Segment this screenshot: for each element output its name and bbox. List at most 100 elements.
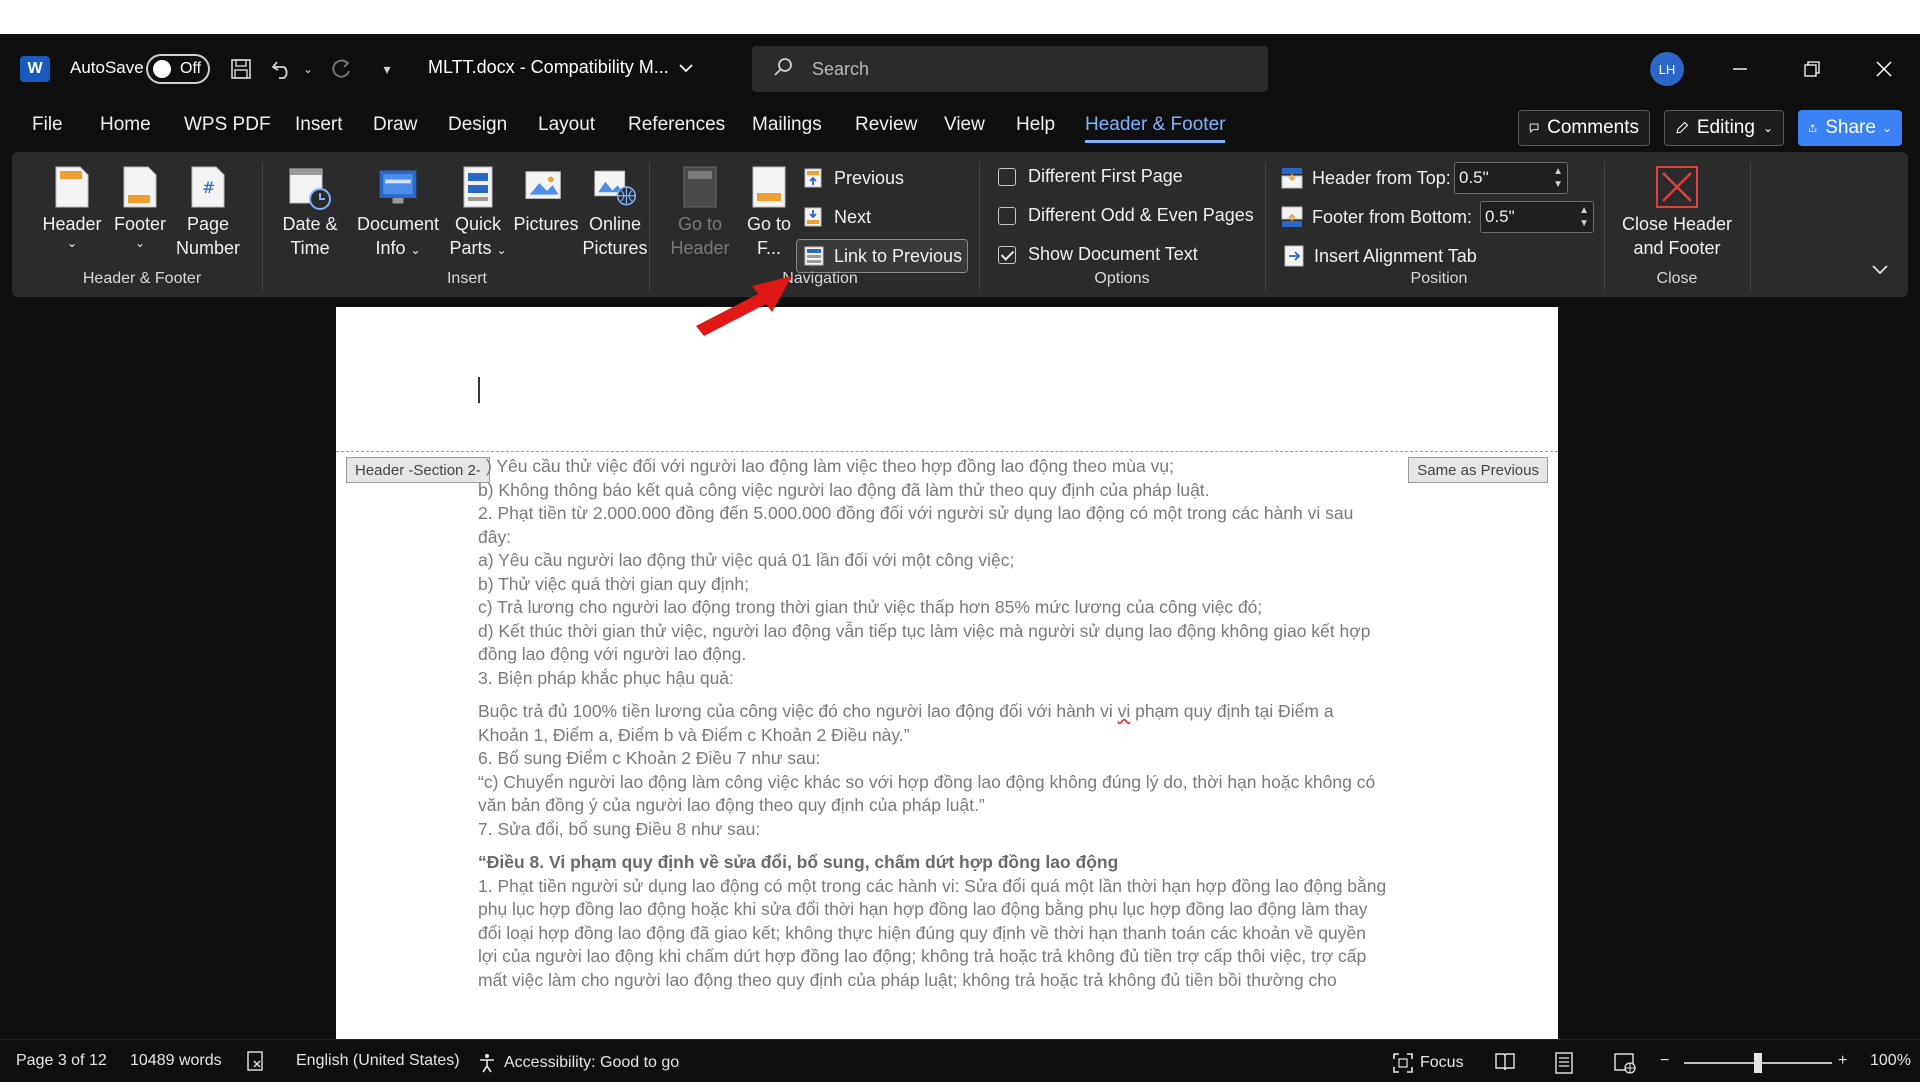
zoom-level[interactable]: 100% (1870, 1052, 1911, 1070)
tab-wps-pdf[interactable]: WPS PDF (184, 114, 271, 136)
editing-chevron-down-icon: ⌄ (1762, 121, 1773, 135)
proofing-icon[interactable] (246, 1050, 268, 1072)
header-from-top-input[interactable]: 0.5" ▲ ▼ (1454, 162, 1568, 194)
search-box[interactable]: Search (752, 46, 1268, 92)
accessibility-status[interactable]: Accessibility: Good to go (476, 1052, 679, 1074)
restore-icon[interactable] (1792, 50, 1832, 88)
header-page-icon (50, 162, 94, 212)
previous-section-button[interactable]: Previous (802, 166, 904, 190)
print-layout-icon[interactable] (1554, 1052, 1574, 1074)
editing-mode-button[interactable]: Editing ⌄ (1664, 110, 1784, 146)
redo-icon[interactable] (326, 54, 356, 84)
spelling-squiggle: vi (1117, 701, 1131, 721)
group-label-insert: Insert (446, 270, 487, 287)
search-icon (772, 56, 794, 84)
body-line: Buộc trả đủ 100% tiền lương của công việ… (478, 701, 1334, 721)
show-document-text-check (998, 245, 1016, 264)
body-line: lợi của người lao động khi chấm dứt hợp … (478, 946, 1367, 966)
text-cursor (478, 377, 480, 403)
zoom-slider-thumb[interactable] (1754, 1053, 1762, 1073)
alignment-tab-icon (1282, 244, 1306, 268)
comments-button[interactable]: Comments (1518, 110, 1650, 146)
body-line: b) Không thông báo kết quả công việc ngư… (478, 479, 1210, 500)
tab-references[interactable]: References (628, 114, 725, 136)
word-icon: W (20, 56, 50, 82)
document-workspace[interactable]: Header -Section 2- Same as Previous ) Yê… (0, 297, 1920, 1039)
web-layout-icon[interactable] (1614, 1052, 1636, 1074)
document-info-icon (376, 162, 420, 212)
tab-header-footer[interactable]: Header & Footer (1085, 114, 1226, 143)
word-count[interactable]: 10489 words (130, 1052, 222, 1070)
date-time-button[interactable]: Date & Time (270, 162, 350, 260)
link-to-previous-button[interactable]: Link to Previous (802, 244, 962, 268)
minimize-icon[interactable] (1720, 50, 1760, 88)
undo-dropdown-chevron-icon[interactable]: ⌄ (298, 54, 318, 84)
page-number-button[interactable]: # Page Number (162, 162, 254, 260)
header-position-icon (1280, 166, 1304, 190)
different-first-page-check (998, 167, 1016, 186)
body-line: 7. Sửa đổi, bổ sung Điều 8 như sau: (478, 818, 761, 839)
different-odd-even-checkbox[interactable]: Different Odd & Even Pages (998, 205, 1254, 226)
document-body[interactable]: ) Yêu cầu thử việc đối với người lao độn… (478, 455, 1438, 992)
body-line: b) Thử việc quá thời gian quy định; (478, 573, 749, 594)
word-window: W AutoSave Off ⌄ ▾ MLTT.docx - Compatibi… (0, 34, 1920, 1082)
focus-mode-button[interactable]: Focus (1392, 1052, 1464, 1074)
next-section-button[interactable]: Next (802, 205, 871, 229)
ribbon-collapse-chevron-icon[interactable] (1872, 262, 1888, 280)
different-first-page-checkbox[interactable]: Different First Page (998, 166, 1183, 187)
next-section-icon (802, 205, 826, 229)
share-button[interactable]: Share ⌄ (1798, 110, 1902, 146)
tab-insert[interactable]: Insert (295, 114, 343, 136)
tab-help[interactable]: Help (1016, 114, 1055, 136)
status-bar: Page 3 of 12 10489 words English (United… (0, 1039, 1920, 1082)
undo-icon[interactable] (268, 54, 298, 84)
comment-icon (1529, 123, 1539, 133)
tab-layout[interactable]: Layout (538, 114, 595, 136)
page-count[interactable]: Page 3 of 12 (16, 1052, 107, 1070)
tab-draw[interactable]: Draw (373, 114, 417, 136)
footer-page-icon (118, 162, 162, 212)
separator (262, 162, 263, 290)
zoom-out-button[interactable]: − (1660, 1052, 1669, 1070)
different-odd-even-check (998, 206, 1016, 225)
ribbon: Header ⌄ Footer ⌄ # Page Number Header &… (12, 152, 1908, 297)
separator (1750, 162, 1751, 290)
online-pictures-button[interactable]: Online Pictures (574, 162, 656, 260)
footer-spin-arrows-icon[interactable]: ▲ ▼ (1579, 204, 1589, 230)
save-icon[interactable] (226, 54, 256, 84)
header-spin-arrows-icon[interactable]: ▲ ▼ (1553, 165, 1563, 191)
quick-parts-icon (456, 162, 500, 212)
insert-alignment-tab-button[interactable]: Insert Alignment Tab (1282, 244, 1477, 268)
tab-view[interactable]: View (944, 114, 985, 136)
footer-from-bottom-input[interactable]: 0.5" ▲ ▼ (1480, 201, 1594, 233)
body-line: “c) Chuyển người lao động làm công việc … (478, 771, 1376, 792)
separator (1265, 162, 1266, 290)
document-page[interactable]: Header -Section 2- Same as Previous ) Yê… (336, 307, 1558, 1039)
document-title[interactable]: MLTT.docx - Compatibility M... (428, 57, 693, 78)
pencil-icon (1676, 121, 1689, 134)
customize-quick-access-icon[interactable]: ▾ (372, 54, 402, 84)
accessibility-icon (480, 1054, 494, 1073)
tab-file[interactable]: File (32, 114, 63, 136)
tab-home[interactable]: Home (100, 114, 151, 136)
read-mode-icon[interactable] (1494, 1052, 1516, 1072)
separator (1604, 162, 1605, 290)
document-info-button[interactable]: Document Info ⌄ (348, 162, 448, 262)
user-avatar[interactable]: LH (1650, 52, 1684, 86)
zoom-in-button[interactable]: + (1838, 1052, 1847, 1070)
body-line: văn bản đồng ý của người lao động theo q… (478, 795, 985, 815)
language-status[interactable]: English (United States) (296, 1052, 460, 1070)
autosave-toggle[interactable]: Off (146, 54, 210, 84)
close-header-footer-button[interactable]: Close Header and Footer (1612, 162, 1742, 260)
close-window-icon[interactable] (1864, 50, 1904, 88)
article-heading: “Điều 8. Vi phạm quy định về sửa đổi, bổ… (478, 852, 1119, 872)
body-line: Khoản 1, Điểm a, Điểm b và Điểm c Khoản … (478, 724, 910, 745)
search-placeholder: Search (812, 59, 870, 79)
separator (979, 162, 980, 290)
tab-review[interactable]: Review (855, 114, 917, 136)
body-line: đây: (478, 526, 512, 547)
tab-mailings[interactable]: Mailings (752, 114, 822, 136)
go-to-header-button[interactable]: Go to Header (660, 162, 740, 260)
tab-design[interactable]: Design (448, 114, 507, 136)
show-document-text-checkbox[interactable]: Show Document Text (998, 244, 1198, 265)
